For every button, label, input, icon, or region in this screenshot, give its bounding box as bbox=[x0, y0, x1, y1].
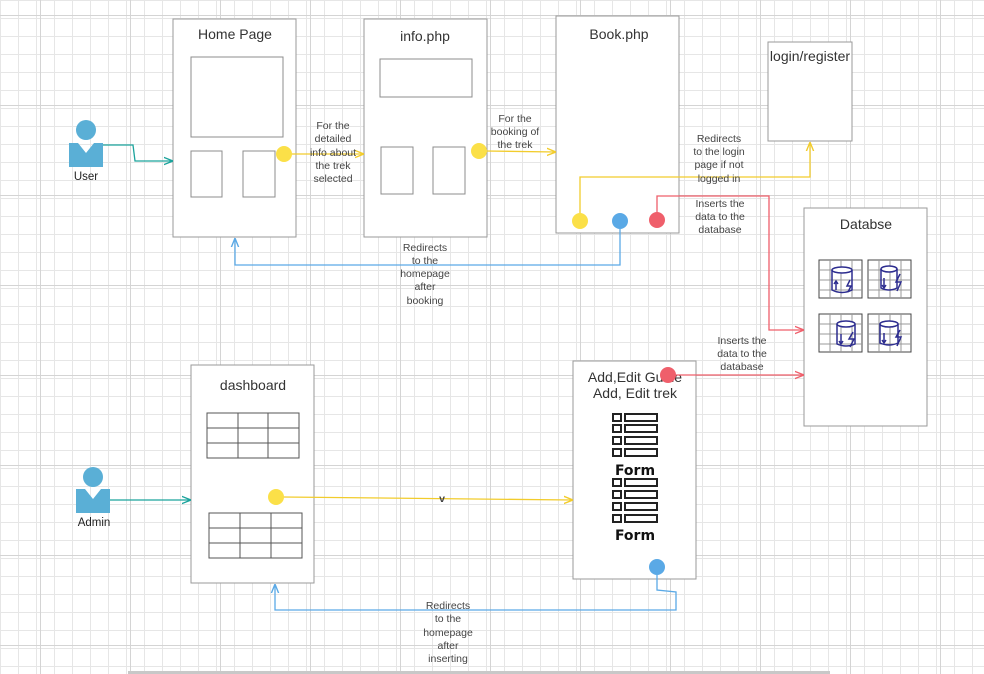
add-edit-to-dashboard-connector bbox=[275, 575, 677, 611]
svg-text:For the: For the bbox=[316, 120, 349, 132]
user-actor-icon[interactable] bbox=[69, 120, 103, 167]
note-inserts-bottom: Inserts the data to the database bbox=[717, 335, 767, 373]
home-page-box[interactable]: Home Page bbox=[172, 18, 297, 238]
svg-text:the trek: the trek bbox=[497, 139, 533, 151]
svg-text:inserting: inserting bbox=[428, 653, 468, 665]
red-connection-dot[interactable] bbox=[660, 367, 676, 383]
svg-text:to the: to the bbox=[412, 255, 438, 267]
form-label: Form bbox=[615, 528, 655, 544]
svg-text:info about: info about bbox=[310, 147, 356, 159]
arrow-v-label: v bbox=[439, 493, 445, 505]
blue-connection-dot[interactable] bbox=[649, 559, 665, 575]
yellow-connection-dot[interactable] bbox=[276, 146, 292, 162]
banner-placeholder bbox=[379, 58, 473, 98]
user-to-home-connector bbox=[103, 144, 172, 161]
admin-actor-icon[interactable] bbox=[76, 467, 110, 513]
user-label: User bbox=[74, 171, 98, 183]
flow-diagram: Home Page info.php Book.php login/regist… bbox=[69, 15, 928, 665]
svg-text:Redirects: Redirects bbox=[697, 133, 741, 145]
note-booking: For the booking of the trek bbox=[491, 113, 540, 151]
svg-text:database: database bbox=[698, 224, 741, 236]
login-register-box[interactable]: login/register bbox=[767, 41, 853, 142]
yellow-connection-dot[interactable] bbox=[471, 143, 487, 159]
svg-text:Inserts the: Inserts the bbox=[717, 335, 766, 347]
book-page-box[interactable]: Book.php bbox=[555, 15, 680, 234]
yellow-connection-dot[interactable] bbox=[572, 213, 588, 229]
card-placeholder bbox=[242, 150, 276, 198]
svg-text:booking: booking bbox=[407, 295, 444, 307]
home-page-title: Home Page bbox=[198, 26, 272, 42]
svg-text:database: database bbox=[720, 361, 763, 373]
dashboard-to-add-edit-connector bbox=[282, 497, 572, 500]
card-placeholder bbox=[432, 146, 466, 195]
database-title: Databse bbox=[840, 216, 892, 232]
dashboard-table-bottom bbox=[208, 512, 303, 559]
svg-text:Redirects: Redirects bbox=[403, 242, 447, 254]
card-placeholder bbox=[190, 150, 223, 198]
database-box[interactable]: Databse bbox=[803, 207, 928, 427]
red-connection-dot[interactable] bbox=[649, 212, 665, 228]
svg-text:booking of: booking of bbox=[491, 126, 540, 138]
svg-text:page if not: page if not bbox=[694, 159, 743, 171]
login-register-title: login/register bbox=[770, 48, 850, 64]
info-page-box[interactable]: info.php bbox=[363, 18, 488, 238]
svg-text:data to the: data to the bbox=[695, 211, 745, 223]
svg-text:logged in: logged in bbox=[698, 173, 741, 185]
note-redirect-after-booking: Redirects to the homepage after booking bbox=[400, 242, 450, 307]
svg-text:to the login: to the login bbox=[693, 146, 745, 158]
svg-text:homepage: homepage bbox=[400, 268, 450, 280]
svg-text:Inserts the: Inserts the bbox=[695, 198, 744, 210]
blue-connection-dot[interactable] bbox=[612, 213, 628, 229]
svg-text:the trek: the trek bbox=[315, 160, 351, 172]
yellow-connection-dot[interactable] bbox=[268, 489, 284, 505]
svg-text:to the: to the bbox=[435, 613, 461, 625]
svg-text:homepage: homepage bbox=[423, 627, 473, 639]
note-redirect-login: Redirects to the login page if not logge… bbox=[693, 133, 745, 185]
note-redirect-after-inserting: Redirects to the homepage after insertin… bbox=[423, 600, 473, 665]
info-page-title: info.php bbox=[400, 28, 450, 44]
svg-text:data to the: data to the bbox=[717, 348, 767, 360]
svg-text:detailed: detailed bbox=[315, 133, 352, 145]
svg-text:after: after bbox=[414, 281, 436, 293]
info-to-book-connector bbox=[485, 151, 555, 152]
svg-text:after: after bbox=[437, 640, 459, 652]
note-detailed-info: For the detailed info about the trek sel… bbox=[310, 120, 356, 185]
card-placeholder bbox=[380, 146, 414, 195]
form-label: Form bbox=[615, 463, 655, 479]
image-placeholder bbox=[190, 56, 284, 138]
svg-text:selected: selected bbox=[313, 173, 352, 185]
book-page-title: Book.php bbox=[589, 26, 648, 42]
note-inserts-top: Inserts the data to the database bbox=[695, 198, 745, 236]
svg-text:Redirects: Redirects bbox=[426, 600, 470, 612]
admin-label: Admin bbox=[78, 517, 111, 529]
add-edit-title-line2: Add, Edit trek bbox=[593, 385, 678, 401]
dashboard-table-top bbox=[206, 412, 300, 459]
svg-text:For the: For the bbox=[498, 113, 531, 125]
dashboard-title: dashboard bbox=[220, 377, 286, 393]
